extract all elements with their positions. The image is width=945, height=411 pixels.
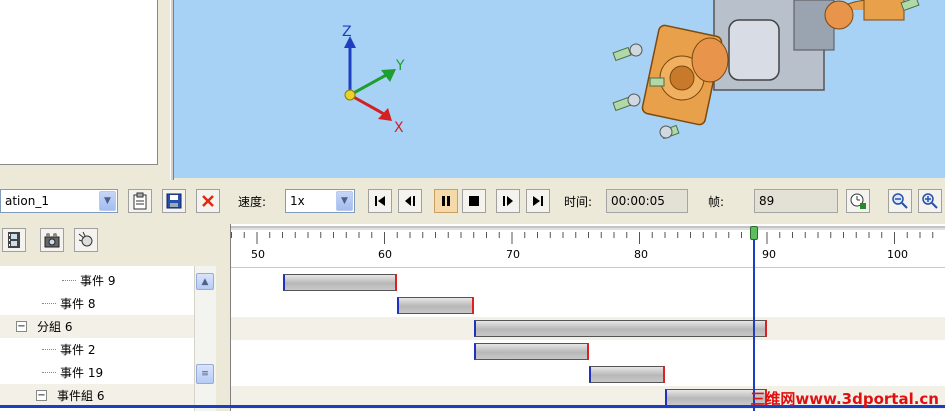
collapse-icon[interactable]: −: [36, 390, 47, 401]
explode-icon: [78, 231, 93, 247]
speed-select[interactable]: 1x ▼: [285, 189, 355, 213]
event-bar[interactable]: [282, 274, 398, 291]
tree-item-label: 事件 9: [80, 274, 116, 288]
animation-select[interactable]: ation_1 ▼: [0, 189, 118, 213]
3d-viewport[interactable]: Z Y X: [174, 0, 945, 178]
go-to-end-button[interactable]: [526, 189, 550, 213]
tree-item-label: 事件 2: [60, 343, 96, 357]
tree-connector: [42, 372, 56, 373]
playhead-handle[interactable]: [750, 226, 759, 240]
timeline-lane: [231, 294, 945, 317]
axis-x-label: X: [394, 120, 404, 136]
tree-connector: [42, 349, 56, 350]
save-button[interactable]: [162, 189, 186, 213]
ruler-tick-label: 50: [251, 248, 265, 261]
ruler-tick-label: 60: [378, 248, 392, 261]
ruler-tick-label: 80: [634, 248, 648, 261]
zoom-in-icon: [922, 193, 938, 209]
step-forward-icon: [503, 196, 513, 206]
frame-label: 帧:: [708, 195, 725, 209]
event-bar[interactable]: [473, 343, 589, 360]
step-back-icon: [405, 196, 415, 206]
speed-select-value: 1x: [290, 194, 305, 208]
tree-connector: [62, 280, 76, 281]
stop-button[interactable]: [462, 189, 486, 213]
time-readout: 00:00:05: [606, 189, 688, 213]
pause-icon: [442, 196, 450, 206]
time-label: 时间:: [564, 195, 593, 209]
timeline-ruler[interactable]: 50 60 70 80 90 100: [231, 224, 945, 268]
event-editor-button[interactable]: [128, 189, 152, 213]
clock-settings-icon: [850, 193, 866, 209]
valve-assembly-model: [612, 0, 920, 140]
animation-toolbar: ation_1 ▼ 速度: 1x ▼ 时间: 00:00:05 帧: 89: [0, 180, 945, 224]
ruler-ticks: [231, 226, 945, 244]
scroll-thumb[interactable]: ≡: [196, 364, 214, 384]
viewport-scene: Z Y X: [342, 0, 920, 140]
frame-value: 89: [759, 194, 775, 208]
time-value: 00:00:05: [611, 194, 665, 208]
tree-item-label: 分組 6: [37, 320, 73, 334]
step-forward-button[interactable]: [496, 189, 520, 213]
watermark: 三维网www.3dportal.cn: [750, 390, 939, 408]
tree-item-label: 事件組 6: [57, 389, 105, 403]
tree-item-label: 事件 8: [60, 297, 96, 311]
collapse-icon[interactable]: −: [16, 321, 27, 332]
animation-settings-button[interactable]: [846, 189, 870, 213]
zoom-out-icon: [892, 193, 908, 209]
tree-group[interactable]: − 分組 6: [0, 315, 194, 338]
axis-y-label: Y: [395, 58, 405, 74]
ruler-tick-label: 70: [506, 248, 520, 261]
save-icon: [166, 193, 182, 209]
tree-group[interactable]: − 事件組 6: [0, 384, 194, 407]
pause-button[interactable]: [434, 189, 458, 213]
axis-triad: Z Y X: [342, 24, 405, 136]
chevron-down-icon[interactable]: ▼: [99, 191, 116, 211]
speed-label: 速度:: [238, 195, 267, 209]
zoom-out-button[interactable]: [888, 189, 912, 213]
event-bar[interactable]: [397, 297, 474, 314]
tree-connector: [42, 303, 56, 304]
axis-z-label: Z: [342, 24, 352, 40]
event-bar[interactable]: [473, 320, 767, 337]
camera-icon: [44, 233, 60, 248]
event-tree[interactable]: 事件 9 事件 8 − 分組 6 事件 2 事件 19 − 事件組 6: [0, 266, 194, 411]
film-strip-button[interactable]: [2, 228, 26, 252]
scroll-up-button[interactable]: ▲: [196, 273, 214, 290]
object-tree-panel[interactable]: [0, 0, 158, 165]
film-strip-icon: [8, 232, 20, 248]
camera-button[interactable]: [40, 228, 64, 252]
explode-event-button[interactable]: [74, 228, 98, 252]
tree-scrollbar[interactable]: ▲ ≡: [194, 266, 216, 411]
animation-select-value: ation_1: [5, 194, 49, 208]
frame-readout: 89: [754, 189, 838, 213]
clipboard-icon: [133, 192, 147, 210]
delete-button[interactable]: [196, 189, 220, 213]
ruler-tick-label: 90: [762, 248, 776, 261]
tree-item-label: 事件 19: [60, 366, 104, 380]
skip-to-end-icon: [533, 196, 543, 206]
step-back-button[interactable]: [398, 189, 422, 213]
stop-icon: [469, 196, 479, 206]
ruler-tick-label: 100: [887, 248, 908, 261]
zoom-in-button[interactable]: [918, 189, 942, 213]
event-toolbar: [0, 224, 230, 260]
chevron-down-icon[interactable]: ▼: [336, 191, 353, 211]
timeline-panel[interactable]: 50 60 70 80 90 100: [230, 224, 945, 411]
go-to-start-button[interactable]: [368, 189, 392, 213]
close-icon: [202, 195, 214, 207]
skip-to-start-icon: [375, 196, 385, 206]
playhead[interactable]: [753, 232, 756, 411]
event-bar[interactable]: [588, 366, 665, 383]
